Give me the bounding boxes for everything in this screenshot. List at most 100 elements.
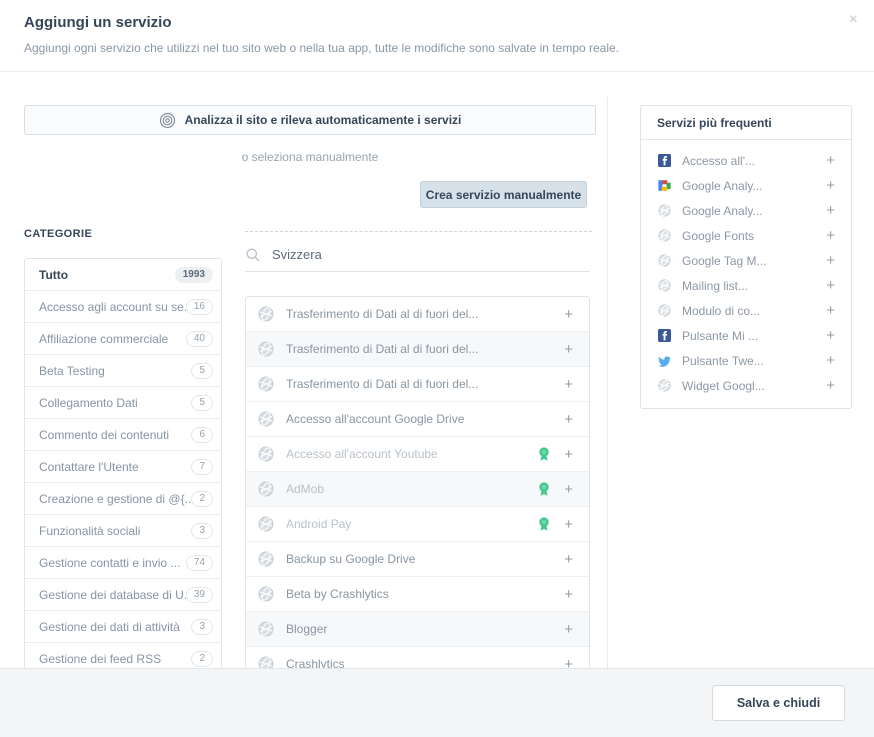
globe-icon bbox=[258, 516, 274, 532]
frequent-service-row[interactable]: Google Analy... + bbox=[657, 198, 835, 223]
add-service-plus-button[interactable]: + bbox=[564, 552, 573, 567]
category-label: Affiliazione commerciale bbox=[39, 332, 186, 346]
category-label: Commento dei contenuti bbox=[39, 428, 191, 442]
category-label: Gestione dei database di U... bbox=[39, 588, 186, 602]
add-service-plus-button[interactable]: + bbox=[564, 587, 573, 602]
search-input[interactable] bbox=[272, 247, 590, 262]
service-row[interactable]: Accesso all'account Google Drive + bbox=[246, 402, 589, 437]
globe-icon bbox=[657, 304, 671, 317]
category-item[interactable]: Affiliazione commerciale 40 bbox=[25, 323, 221, 355]
globe-icon bbox=[258, 446, 274, 462]
close-icon[interactable]: × bbox=[849, 12, 858, 28]
service-row[interactable]: Blogger + bbox=[246, 612, 589, 647]
vertical-divider bbox=[607, 97, 608, 668]
frequent-service-row[interactable]: Pulsante Mi ... + bbox=[657, 323, 835, 348]
service-row[interactable]: Beta by Crashlytics + bbox=[246, 577, 589, 612]
category-item[interactable]: Funzionalità sociali 3 bbox=[25, 515, 221, 547]
service-row[interactable]: Trasferimento di Dati al di fuori del...… bbox=[246, 367, 589, 402]
frequent-service-row[interactable]: Google Fonts + bbox=[657, 223, 835, 248]
dotted-separator bbox=[245, 231, 592, 232]
category-count-badge: 16 bbox=[186, 299, 213, 315]
page-subtitle: Aggiungi ogni servizio che utilizzi nel … bbox=[24, 41, 619, 55]
add-service-plus-button[interactable]: + bbox=[564, 657, 573, 669]
dialog-footer: Salva e chiudi bbox=[0, 668, 874, 737]
frequent-service-row[interactable]: Modulo di co... + bbox=[657, 298, 835, 323]
add-service-plus-button[interactable]: + bbox=[564, 307, 573, 322]
google-icon bbox=[657, 179, 671, 192]
save-close-button[interactable]: Salva e chiudi bbox=[712, 685, 845, 721]
create-service-button[interactable]: Crea servizio manualmente bbox=[420, 181, 587, 208]
service-row[interactable]: Trasferimento di Dati al di fuori del...… bbox=[246, 297, 589, 332]
add-service-plus-button[interactable]: + bbox=[564, 377, 573, 392]
category-label: Funzionalità sociali bbox=[39, 524, 191, 538]
category-count-badge: 7 bbox=[191, 459, 213, 475]
service-row[interactable]: Accesso all'account Youtube + bbox=[246, 437, 589, 472]
add-service-plus-button[interactable]: + bbox=[564, 342, 573, 357]
category-item[interactable]: Gestione dei database di U... 39 bbox=[25, 579, 221, 611]
add-frequent-plus-button[interactable]: + bbox=[826, 203, 835, 218]
service-label: Trasferimento di Dati al di fuori del... bbox=[286, 307, 552, 321]
globe-icon bbox=[258, 411, 274, 427]
category-item[interactable]: Gestione contatti e invio ... 74 bbox=[25, 547, 221, 579]
add-service-plus-button[interactable]: + bbox=[564, 622, 573, 637]
add-service-plus-button[interactable]: + bbox=[564, 412, 573, 427]
frequent-service-row[interactable]: Widget Googl... + bbox=[657, 373, 835, 398]
category-item[interactable]: Commento dei contenuti 6 bbox=[25, 419, 221, 451]
frequent-service-row[interactable]: Mailing list... + bbox=[657, 273, 835, 298]
globe-icon bbox=[657, 204, 671, 217]
globe-icon bbox=[258, 306, 274, 322]
certified-badge-icon bbox=[538, 517, 550, 532]
add-frequent-plus-button[interactable]: + bbox=[826, 303, 835, 318]
category-item[interactable]: Contattare l'Utente 7 bbox=[25, 451, 221, 483]
add-service-plus-button[interactable]: + bbox=[564, 482, 573, 497]
frequent-services-panel: Servizi più frequenti Accesso all'... + bbox=[640, 105, 852, 409]
radar-icon bbox=[159, 112, 176, 129]
category-item[interactable]: Gestione dei dati di attività 3 bbox=[25, 611, 221, 643]
frequent-service-row[interactable]: Accesso all'... + bbox=[657, 148, 835, 173]
frequent-service-label: Mailing list... bbox=[682, 279, 815, 293]
frequent-service-label: Pulsante Mi ... bbox=[682, 329, 815, 343]
category-label: Tutto bbox=[39, 268, 175, 282]
service-label: Backup su Google Drive bbox=[286, 552, 552, 566]
or-select-manually-text: o seleziona manualmente bbox=[24, 150, 596, 164]
search-bar bbox=[245, 238, 590, 272]
frequent-service-row[interactable]: Google Tag M... + bbox=[657, 248, 835, 273]
add-frequent-plus-button[interactable]: + bbox=[826, 178, 835, 193]
service-row[interactable]: Android Pay + bbox=[246, 507, 589, 542]
service-label: Blogger bbox=[286, 622, 552, 636]
service-label: Beta by Crashlytics bbox=[286, 587, 552, 601]
category-count-badge: 39 bbox=[186, 587, 213, 603]
add-frequent-plus-button[interactable]: + bbox=[826, 278, 835, 293]
categories-heading: CATEGORIE bbox=[24, 228, 92, 240]
add-frequent-plus-button[interactable]: + bbox=[826, 328, 835, 343]
facebook-icon bbox=[657, 154, 671, 167]
add-frequent-plus-button[interactable]: + bbox=[826, 153, 835, 168]
analyze-site-label: Analizza il sito e rileva automaticament… bbox=[185, 113, 462, 127]
analyze-site-button[interactable]: Analizza il sito e rileva automaticament… bbox=[24, 105, 596, 135]
globe-icon bbox=[657, 279, 671, 292]
category-label: Creazione e gestione di @{... bbox=[39, 492, 191, 506]
globe-icon bbox=[657, 254, 671, 267]
service-row[interactable]: AdMob + bbox=[246, 472, 589, 507]
facebook-icon bbox=[657, 329, 671, 342]
category-label: Gestione contatti e invio ... bbox=[39, 556, 186, 570]
add-frequent-plus-button[interactable]: + bbox=[826, 353, 835, 368]
add-service-plus-button[interactable]: + bbox=[564, 517, 573, 532]
globe-icon bbox=[657, 379, 671, 392]
add-service-plus-button[interactable]: + bbox=[564, 447, 573, 462]
frequent-service-row[interactable]: Pulsante Twe... + bbox=[657, 348, 835, 373]
service-row[interactable]: Backup su Google Drive + bbox=[246, 542, 589, 577]
add-frequent-plus-button[interactable]: + bbox=[826, 228, 835, 243]
category-item[interactable]: Creazione e gestione di @{... 2 bbox=[25, 483, 221, 515]
category-item[interactable]: Collegamento Dati 5 bbox=[25, 387, 221, 419]
service-row[interactable]: Crashlytics + bbox=[246, 647, 589, 668]
category-item[interactable]: Gestione dei feed RSS 2 bbox=[25, 643, 221, 668]
service-row[interactable]: Trasferimento di Dati al di fuori del...… bbox=[246, 332, 589, 367]
frequent-service-row[interactable]: Google Analy... + bbox=[657, 173, 835, 198]
category-item[interactable]: Beta Testing 5 bbox=[25, 355, 221, 387]
globe-icon bbox=[258, 621, 274, 637]
category-item[interactable]: Accesso agli account su se... 16 bbox=[25, 291, 221, 323]
category-item[interactable]: Tutto 1993 bbox=[25, 259, 221, 291]
add-frequent-plus-button[interactable]: + bbox=[826, 378, 835, 393]
add-frequent-plus-button[interactable]: + bbox=[826, 253, 835, 268]
